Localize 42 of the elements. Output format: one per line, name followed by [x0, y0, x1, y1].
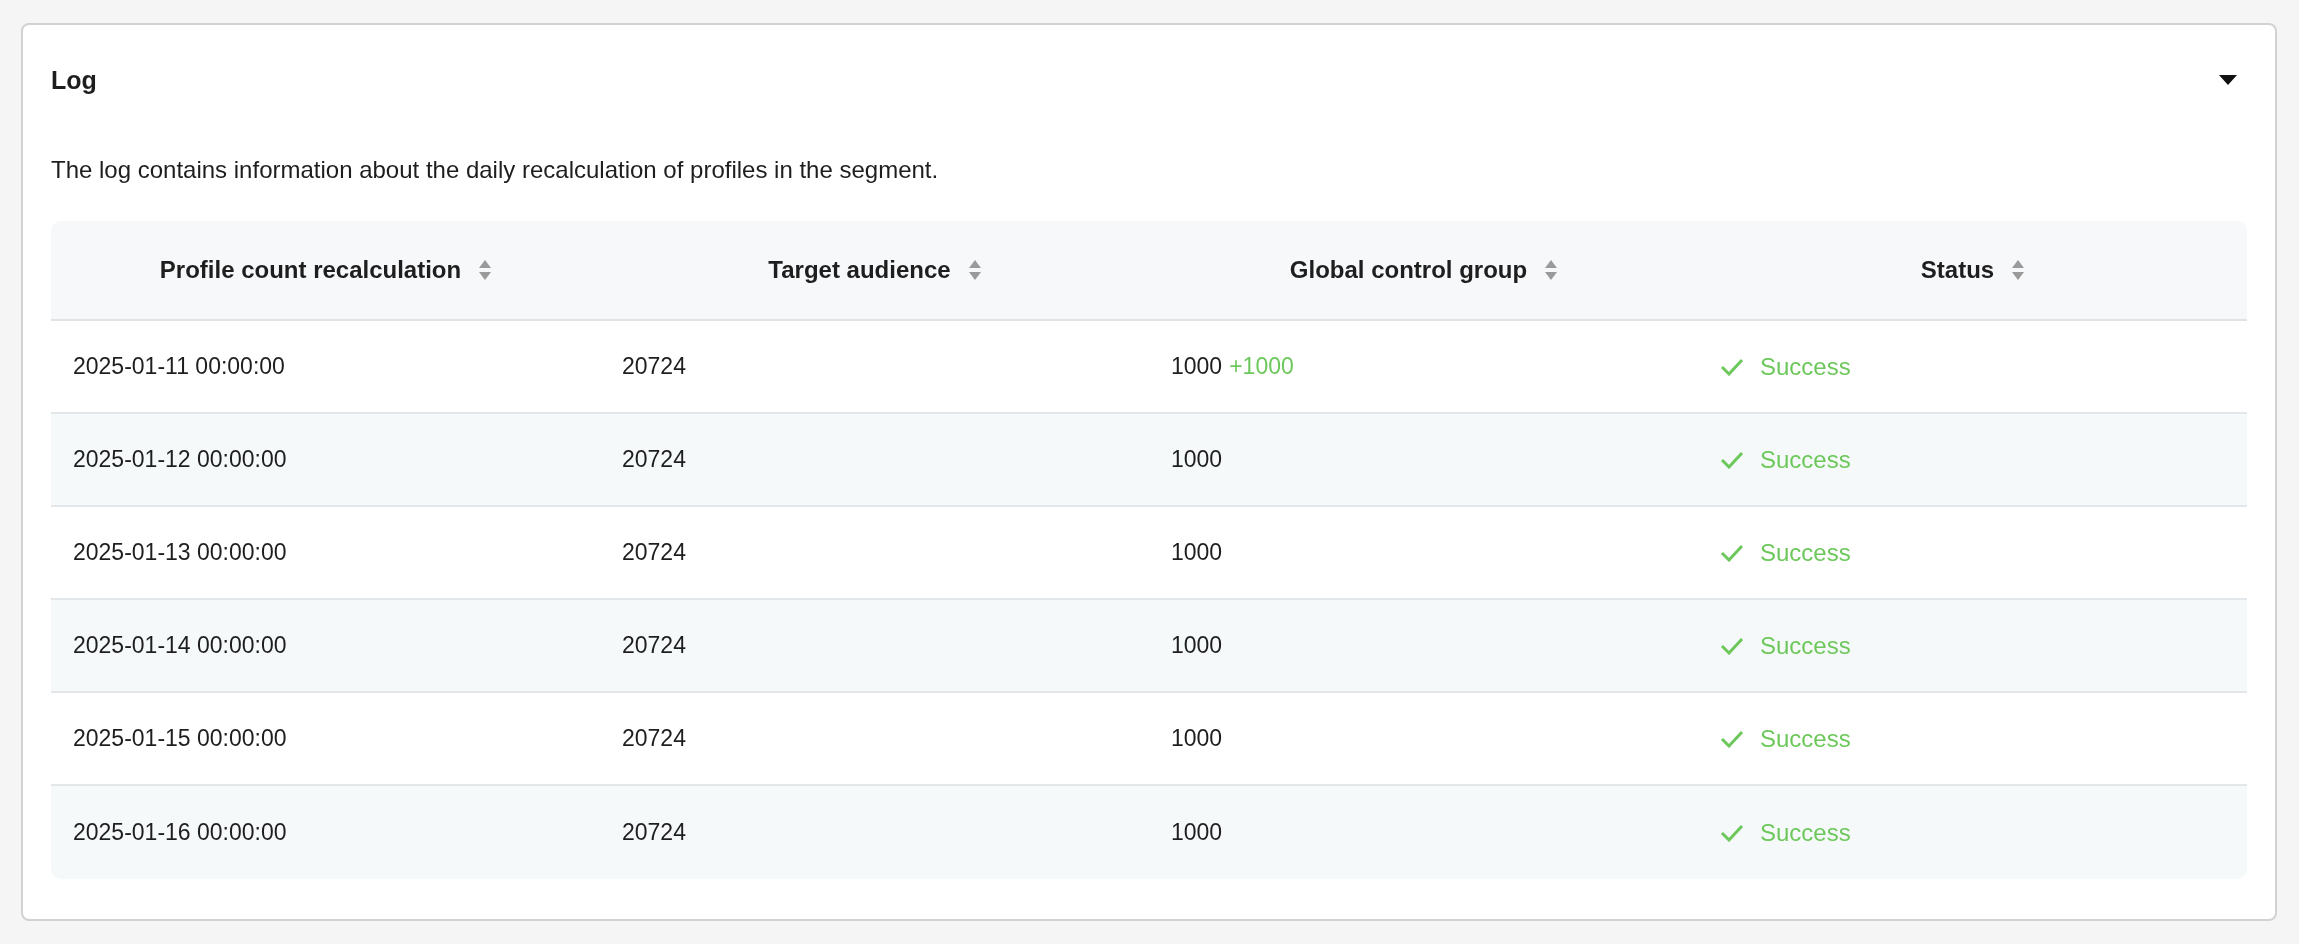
- status-label: Success: [1760, 445, 1851, 474]
- sort-icon: [1545, 260, 1558, 280]
- table-cell-text: 2025-01-11 00:00:00: [72, 352, 286, 381]
- column-header[interactable]: Status: [1698, 221, 2247, 319]
- table-cell-text: 20724: [621, 818, 687, 847]
- column-header[interactable]: Target audience: [600, 221, 1149, 319]
- table-cell-text: 2025-01-16 00:00:00: [72, 818, 288, 847]
- table-cell-text: 2025-01-14 00:00:00: [72, 631, 288, 660]
- status-label: Success: [1760, 818, 1851, 847]
- panel-title: Log: [51, 65, 97, 95]
- checkmark-icon: [1720, 729, 1744, 748]
- table-cell-text: 20724: [621, 538, 687, 567]
- table-cell-text: 20724: [621, 631, 687, 660]
- table-cell-text: 2025-01-15 00:00:00: [72, 724, 288, 753]
- caret-icon: [2219, 75, 2237, 85]
- panel-description: The log contains information about the daily recalculation of profiles in the segment.: [51, 155, 940, 185]
- sort-icon: [479, 260, 492, 280]
- table-cell-text: 2025-01-12 00:00:00: [72, 445, 288, 474]
- delta-value: +1000: [1229, 353, 1294, 380]
- table-cell: 1000: [1171, 725, 1223, 752]
- column-header[interactable]: Global control group: [1149, 221, 1698, 319]
- checkmark-icon: [1720, 357, 1744, 376]
- table-cell: 1000: [1171, 632, 1223, 659]
- table-cell-text: 20724: [621, 445, 687, 474]
- status-label: Success: [1760, 631, 1851, 660]
- checkmark-icon: [1720, 450, 1744, 469]
- sort-icon: [2012, 260, 2025, 280]
- table-cell: 1000: [1171, 819, 1223, 846]
- status-label: Success: [1760, 538, 1851, 567]
- checkmark-icon: [1720, 636, 1744, 655]
- table-cell-text: 20724: [621, 724, 687, 753]
- table-cell-text: 2025-01-13 00:00:00: [72, 538, 288, 567]
- status-label: Success: [1760, 352, 1851, 381]
- checkmark-icon: [1720, 823, 1744, 842]
- sort-icon: [968, 260, 981, 280]
- status-label: Success: [1760, 724, 1851, 753]
- table-cell: 1000: [1171, 353, 1223, 380]
- checkmark-icon: [1720, 543, 1744, 562]
- table-cell: 1000: [1171, 539, 1223, 566]
- table-cell: 1000: [1171, 446, 1223, 473]
- table-cell-text: 20724: [621, 352, 687, 381]
- column-header[interactable]: Profile count recalculation: [51, 221, 600, 319]
